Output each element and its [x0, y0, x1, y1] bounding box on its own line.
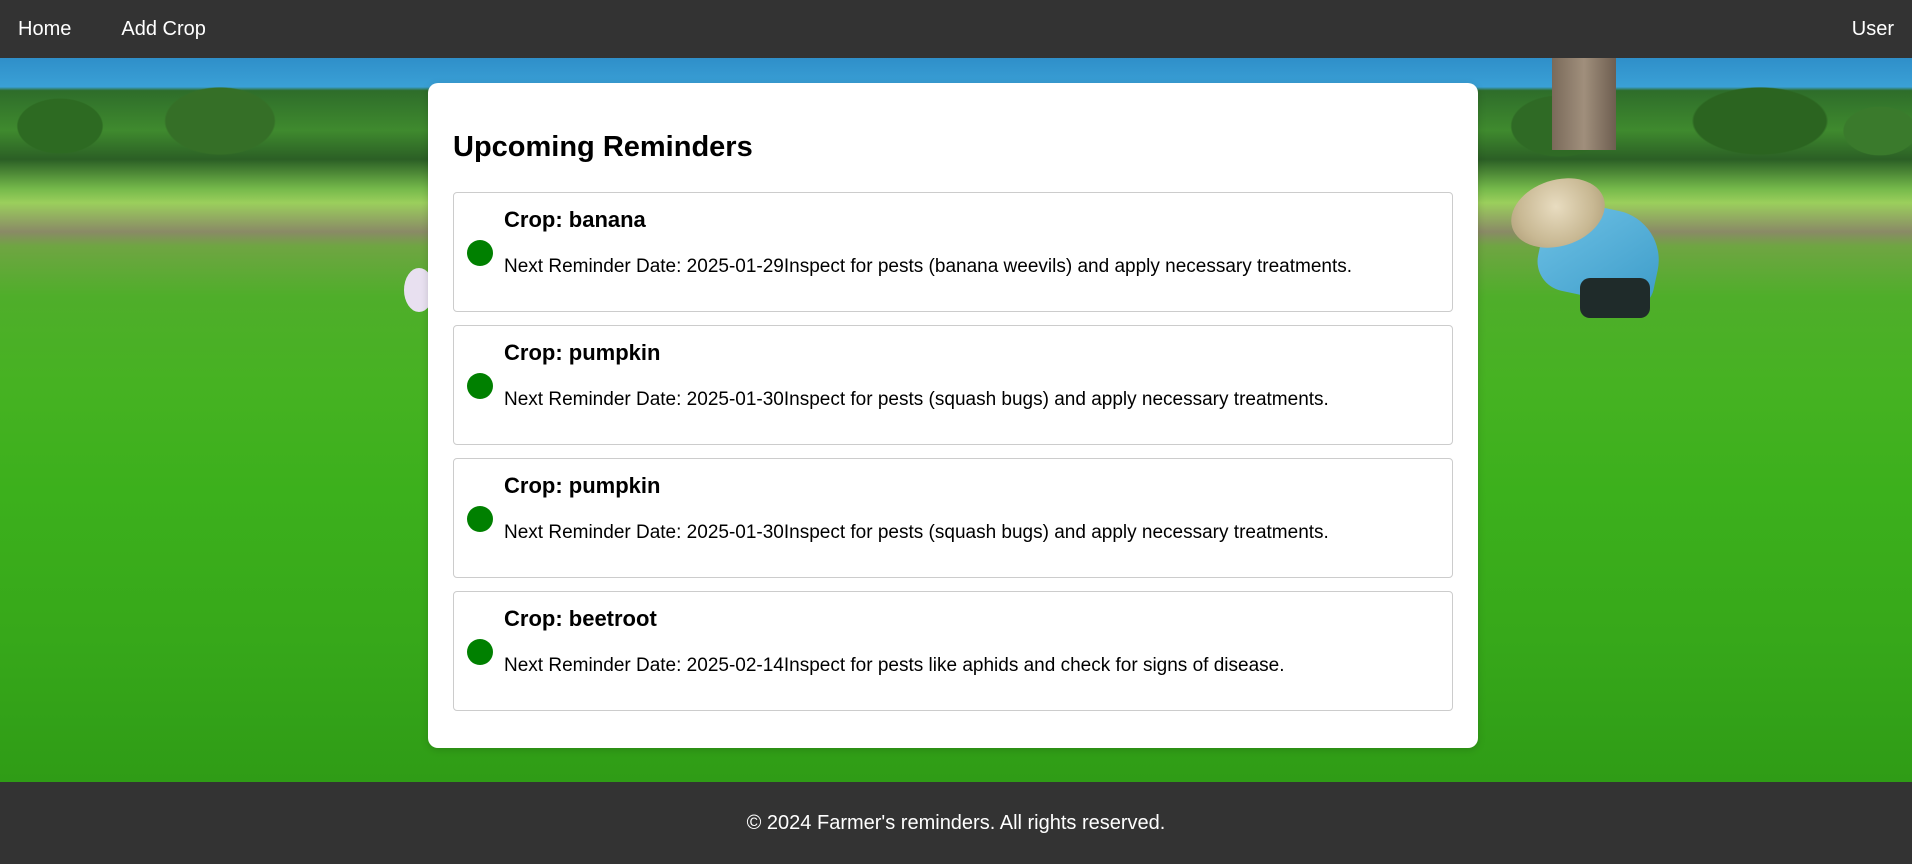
reminder-details: Next Reminder Date: 2025-01-29Inspect fo… [504, 256, 1353, 277]
reminder-crop-name: Crop: beetroot [504, 606, 657, 631]
page-title: Upcoming Reminders [453, 131, 753, 163]
nav-home-link[interactable]: Home [18, 18, 71, 41]
reminder-crop-name: Crop: banana [504, 207, 646, 232]
status-dot-icon [467, 639, 493, 665]
reminder-item: Crop: banana Next Reminder Date: 2025-01… [453, 192, 1453, 312]
reminder-details: Next Reminder Date: 2025-02-14Inspect fo… [504, 655, 1285, 676]
reminder-crop-name: Crop: pumpkin [504, 340, 661, 365]
status-dot-icon [467, 506, 493, 532]
status-dot-icon [467, 373, 493, 399]
reminder-item: Crop: beetroot Next Reminder Date: 2025-… [453, 591, 1453, 711]
footer-copyright: © 2024 Farmer's reminders. All rights re… [746, 811, 1166, 834]
reminder-details: Next Reminder Date: 2025-01-30Inspect fo… [504, 522, 1329, 543]
reminders-card: Upcoming Reminders Crop: banana Next Rem… [428, 83, 1478, 748]
reminder-item: Crop: pumpkin Next Reminder Date: 2025-0… [453, 325, 1453, 445]
reminder-crop-name: Crop: pumpkin [504, 473, 661, 498]
reminder-item: Crop: pumpkin Next Reminder Date: 2025-0… [453, 458, 1453, 578]
nav-add-crop-link[interactable]: Add Crop [121, 18, 206, 41]
page-footer: © 2024 Farmer's reminders. All rights re… [0, 782, 1912, 864]
reminder-details: Next Reminder Date: 2025-01-30Inspect fo… [504, 389, 1329, 410]
top-navbar: Home Add Crop User [0, 0, 1912, 58]
reminder-list: Crop: banana Next Reminder Date: 2025-01… [453, 192, 1453, 724]
background-pole [1552, 58, 1616, 150]
background-farmer-legs [1580, 278, 1650, 318]
status-dot-icon [467, 240, 493, 266]
nav-user-link[interactable]: User [1852, 18, 1894, 41]
